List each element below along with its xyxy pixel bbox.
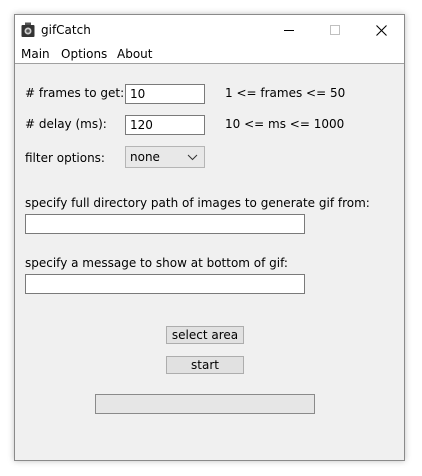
menu-main[interactable]: Main: [21, 45, 50, 63]
message-input[interactable]: [25, 274, 305, 294]
app-window: gifCatch Main Options About # frames to …: [14, 14, 405, 461]
delay-range-hint: 10 <= ms <= 1000: [225, 117, 345, 131]
maximize-button[interactable]: [312, 15, 358, 45]
maximize-icon: [330, 25, 340, 35]
message-label: specify a message to show at bottom of g…: [25, 256, 288, 270]
directory-label: specify full directory path of images to…: [25, 196, 370, 210]
frames-input[interactable]: [125, 84, 205, 104]
menu-options[interactable]: Options: [61, 45, 107, 63]
filter-selected-value: none: [130, 150, 160, 164]
close-icon: [375, 24, 387, 36]
camera-icon: [21, 22, 35, 37]
minimize-icon: [284, 30, 294, 31]
close-button[interactable]: [358, 15, 404, 45]
delay-input[interactable]: [125, 115, 205, 135]
select-area-button[interactable]: select area: [166, 326, 244, 344]
title-bar[interactable]: gifCatch: [15, 15, 404, 45]
progress-bar: [95, 394, 315, 414]
delay-label: # delay (ms):: [25, 117, 107, 131]
menu-bar: Main Options About: [15, 45, 404, 63]
start-button[interactable]: start: [166, 356, 244, 374]
menu-divider: [15, 63, 404, 64]
frames-label: # frames to get:: [25, 86, 125, 100]
frames-range-hint: 1 <= frames <= 50: [225, 86, 346, 100]
window-title: gifCatch: [41, 23, 91, 37]
chevron-down-icon: [187, 154, 198, 161]
directory-input[interactable]: [25, 214, 305, 234]
filter-select[interactable]: none: [125, 146, 205, 168]
menu-about[interactable]: About: [117, 45, 152, 63]
filter-label: filter options:: [25, 151, 105, 165]
minimize-button[interactable]: [266, 15, 312, 45]
